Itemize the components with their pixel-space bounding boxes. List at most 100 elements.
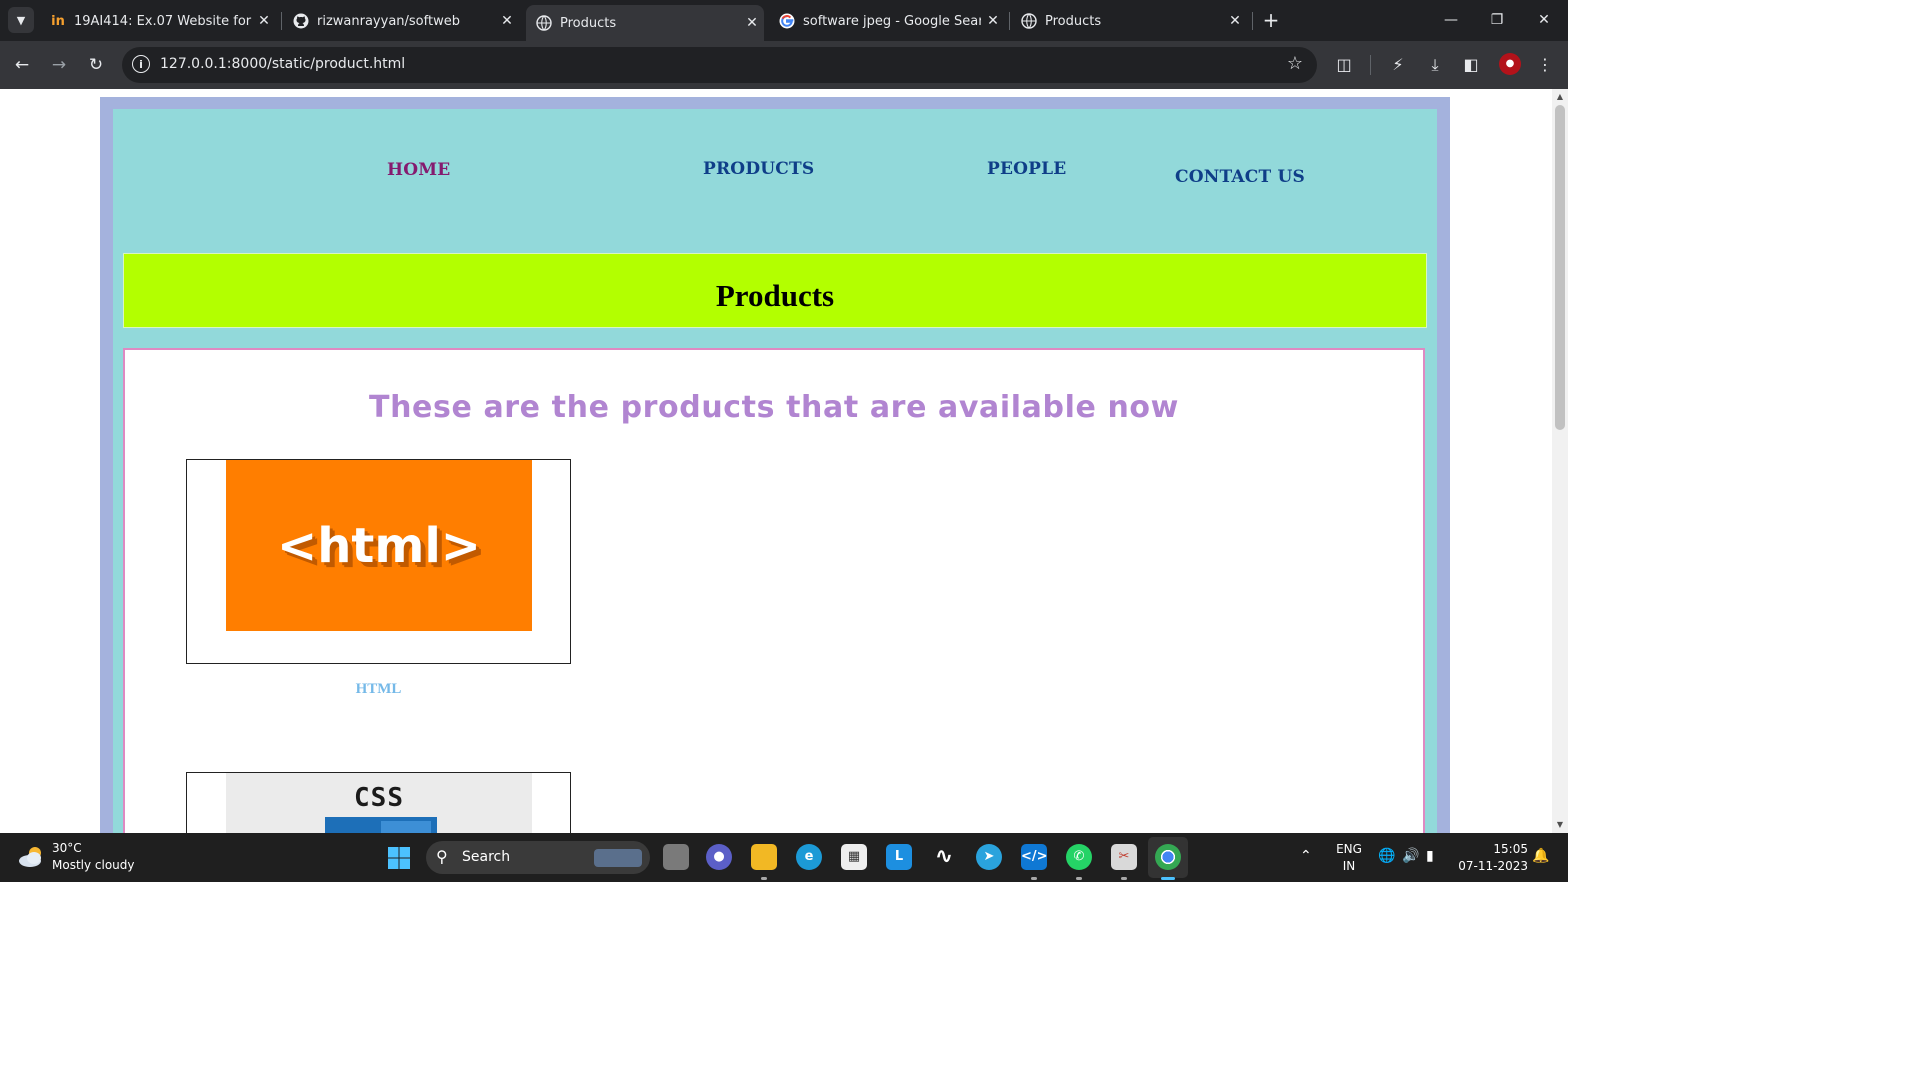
- nav-home-link[interactable]: HOME: [387, 160, 450, 180]
- reload-button[interactable]: ↻: [83, 52, 109, 78]
- battery-icon[interactable]: ▮: [1426, 848, 1434, 864]
- plus-icon: +: [1262, 8, 1280, 32]
- region-indicator[interactable]: IN: [1334, 859, 1364, 873]
- profile-avatar[interactable]: ●: [1499, 53, 1521, 75]
- close-icon[interactable]: ✕: [740, 15, 764, 31]
- meet-chat-icon[interactable]: ●: [706, 844, 732, 870]
- whatsapp-icon[interactable]: ✆: [1066, 844, 1092, 870]
- edge-icon[interactable]: e: [796, 844, 822, 870]
- close-icon[interactable]: ✕: [1223, 13, 1247, 29]
- css-logo-image: CSS: [226, 773, 532, 833]
- chevron-down-icon: ▼: [16, 13, 26, 27]
- vscode-icon[interactable]: </>: [1021, 844, 1048, 870]
- close-icon[interactable]: ✕: [981, 13, 1005, 29]
- file-explorer-icon[interactable]: [751, 844, 777, 870]
- nav-contact-link[interactable]: CONTACT US: [1175, 167, 1305, 187]
- tab-ex07[interactable]: in 19AI414: Ex.07 Website for Soft ✕: [40, 6, 276, 36]
- tab-products-active[interactable]: Products ✕: [526, 5, 764, 41]
- tab-github[interactable]: rizwanrayyan/softweb ✕: [283, 6, 519, 36]
- network-icon[interactable]: 🌐: [1378, 848, 1395, 864]
- close-window-button[interactable]: ✕: [1522, 6, 1566, 34]
- tab-title: rizwanrayyan/softweb: [317, 13, 460, 29]
- google-icon: [779, 13, 795, 29]
- snipping-tool-icon[interactable]: ✂: [1111, 844, 1137, 870]
- toolbar-separator: [1370, 55, 1371, 75]
- tab-separator: [281, 12, 282, 30]
- microsoft-store-icon[interactable]: ▦: [841, 844, 867, 870]
- arrow-right-icon: →: [51, 55, 67, 75]
- telegram-icon[interactable]: ➤: [976, 844, 1002, 870]
- info-icon[interactable]: i: [132, 55, 150, 73]
- chrome-icon[interactable]: [1155, 844, 1181, 870]
- task-view-icon[interactable]: [663, 844, 689, 870]
- html-logo-image: <html>: [226, 460, 532, 631]
- search-highlight-image: [594, 849, 642, 867]
- products-banner: Products: [123, 253, 1427, 328]
- clock-date[interactable]: 07-11-2023: [1456, 859, 1528, 873]
- more-vert-icon: ⋮: [1537, 55, 1553, 74]
- performance-icon: ⚡: [1392, 55, 1404, 74]
- close-icon[interactable]: ✕: [495, 13, 519, 29]
- browser-toolbar: ← → ↻ i 127.0.0.1:8000/static/product.ht…: [0, 41, 1568, 89]
- nav-products-link[interactable]: PRODUCTS: [703, 159, 814, 179]
- puzzle-icon: ◫: [1336, 55, 1352, 74]
- product-card-css[interactable]: CSS: [186, 772, 571, 833]
- running-indicator: [761, 877, 767, 880]
- address-bar[interactable]: i 127.0.0.1:8000/static/product.html ☆: [122, 47, 1317, 83]
- taskbar-search-label: Search: [462, 849, 511, 865]
- css-shield-highlight: [381, 821, 431, 833]
- new-tab-button[interactable]: +: [1259, 7, 1283, 33]
- side-panel-button[interactable]: ◧: [1459, 53, 1483, 77]
- inner-container: HOME PRODUCTS PEOPLE CONTACT US Products…: [113, 109, 1437, 833]
- scrollbar-thumb[interactable]: [1555, 105, 1565, 430]
- windows-taskbar: 30°C Mostly cloudy ⚲ Search ● e ▦ L ∿ ➤ …: [0, 833, 1568, 882]
- minimize-button[interactable]: —: [1429, 6, 1473, 34]
- page-scrollbar[interactable]: ▲ ▼: [1552, 89, 1568, 833]
- tab-title: Products: [1045, 13, 1102, 29]
- tab-title: Products: [560, 15, 617, 31]
- in-icon: in: [51, 13, 65, 29]
- back-button[interactable]: ←: [9, 52, 35, 78]
- page-viewport: HOME PRODUCTS PEOPLE CONTACT US Products…: [0, 89, 1552, 833]
- chevron-up-icon[interactable]: ⌃: [1300, 848, 1312, 864]
- product-card-html[interactable]: <html>: [186, 459, 571, 664]
- extensions-button[interactable]: ◫: [1332, 53, 1356, 77]
- restore-button[interactable]: ❐: [1475, 6, 1519, 34]
- scroll-up-icon[interactable]: ▲: [1552, 89, 1568, 105]
- bell-icon[interactable]: 🔔: [1532, 848, 1549, 864]
- running-indicator: [1031, 877, 1037, 880]
- search-icon: ⚲: [436, 847, 448, 866]
- star-icon[interactable]: ☆: [1287, 53, 1303, 74]
- close-icon[interactable]: ✕: [252, 13, 276, 29]
- performance-button[interactable]: ⚡: [1386, 53, 1410, 77]
- cloud-sun-icon[interactable]: [18, 845, 46, 869]
- url-text[interactable]: 127.0.0.1:8000/static/product.html: [160, 56, 405, 72]
- weather-description[interactable]: Mostly cloudy: [52, 858, 135, 872]
- menu-button[interactable]: ⋮: [1533, 53, 1557, 77]
- weather-temperature[interactable]: 30°C: [52, 841, 82, 855]
- running-indicator: [1121, 877, 1127, 880]
- tab-products[interactable]: Products ✕: [1011, 6, 1247, 36]
- tab-search-button[interactable]: ▼: [8, 7, 34, 33]
- tab-separator: [1252, 12, 1253, 30]
- nav-people-link[interactable]: PEOPLE: [987, 159, 1066, 179]
- tab-separator: [1009, 12, 1010, 30]
- forward-button[interactable]: →: [46, 52, 72, 78]
- restore-icon: ❐: [1490, 12, 1504, 28]
- volume-icon[interactable]: 🔊: [1402, 848, 1419, 864]
- active-indicator: [1161, 877, 1175, 880]
- products-panel: These are the products that are availabl…: [123, 348, 1425, 833]
- tab-google-search[interactable]: software jpeg - Google Search ✕: [769, 6, 1005, 36]
- globe-icon: [536, 15, 552, 31]
- scroll-down-icon[interactable]: ▼: [1552, 817, 1568, 833]
- outer-frame: HOME PRODUCTS PEOPLE CONTACT US Products…: [100, 97, 1450, 833]
- reload-icon: ↻: [88, 55, 104, 75]
- l-app-icon[interactable]: L: [886, 844, 912, 870]
- clock-time[interactable]: 15:05: [1456, 842, 1528, 856]
- windows-start-icon[interactable]: [387, 846, 411, 870]
- product-caption: HTML: [355, 681, 402, 697]
- downloads-button[interactable]: ⤓: [1423, 53, 1447, 77]
- notion-like-icon[interactable]: ∿: [931, 844, 957, 870]
- language-indicator[interactable]: ENG: [1334, 842, 1364, 856]
- taskbar-search-box[interactable]: ⚲ Search: [426, 841, 650, 874]
